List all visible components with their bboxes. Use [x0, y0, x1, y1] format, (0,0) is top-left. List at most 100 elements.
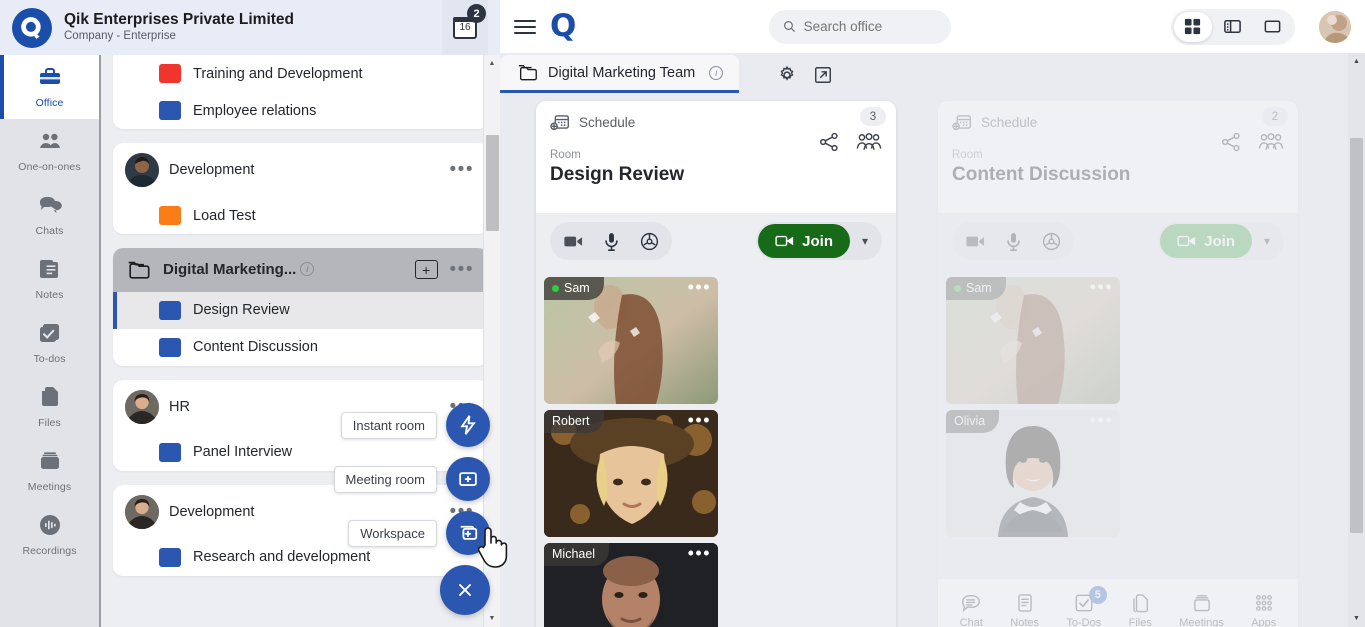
participant-tile[interactable]: Michael ••• [544, 543, 718, 627]
lightning-icon [457, 414, 479, 436]
gear-icon[interactable] [777, 65, 797, 85]
open-external-icon[interactable] [813, 65, 833, 85]
participant-name: Sam [564, 281, 590, 295]
room-list-item[interactable]: Employee relations [113, 92, 488, 129]
nav-item-notes[interactable]: Notes [0, 247, 99, 311]
participant-menu-button[interactable]: ••• [688, 413, 711, 427]
room-label: Employee relations [193, 103, 316, 119]
participant-menu-button[interactable]: ••• [688, 280, 711, 294]
info-icon[interactable]: i [300, 262, 314, 276]
participant-tile[interactable]: Sam ••• [544, 277, 718, 404]
media-settings-button[interactable] [632, 224, 666, 258]
scroll-thumb[interactable] [486, 135, 499, 231]
mouse-cursor-pointer [474, 525, 508, 569]
close-icon [454, 579, 476, 601]
join-button[interactable]: Join [758, 224, 850, 258]
media-settings-button[interactable] [1034, 224, 1068, 258]
group-header[interactable]: Development••• [113, 143, 488, 197]
group-avatar [125, 495, 159, 529]
group-header[interactable]: Digital Marketing...i+••• [113, 248, 488, 292]
view-mode-toggle [1171, 9, 1295, 45]
todos-icon: 5 [1073, 592, 1095, 614]
split-view-icon[interactable] [1214, 12, 1252, 42]
main-panel-scrollbar[interactable]: ▲ ▼ [1348, 53, 1365, 627]
room-list-item[interactable]: Load Test [113, 197, 488, 234]
app-root: Qik Enterprises Private Limited Company … [0, 0, 1365, 627]
participants-button[interactable]: 3 [856, 131, 882, 153]
chevron-down-icon[interactable]: ▾ [1252, 234, 1282, 248]
camera-toggle-button[interactable] [958, 224, 992, 258]
user-avatar[interactable] [1319, 11, 1351, 43]
share-icon[interactable] [1218, 131, 1244, 153]
grid-view-icon[interactable] [1174, 12, 1212, 42]
group-menu-button[interactable]: ••• [448, 166, 476, 174]
participant-tile[interactable]: Sam••• [946, 277, 1120, 404]
people-icon [38, 129, 62, 158]
participants-button[interactable]: 2 [1258, 131, 1284, 153]
org-name: Qik Enterprises Private Limited [64, 11, 442, 29]
room-title: Design Review [550, 164, 882, 186]
room-label: Training and Development [193, 66, 363, 82]
single-view-icon[interactable] [1254, 12, 1292, 42]
nav-item-files[interactable]: Files [0, 375, 99, 439]
scroll-thumb-main[interactable] [1350, 138, 1363, 533]
room-tab-meetings[interactable]: Meetings [1179, 592, 1224, 627]
lightning-fab-button[interactable] [446, 403, 490, 447]
schedule-button[interactable]: Schedule [550, 113, 882, 132]
org-subtitle: Company - Enterprise [64, 29, 442, 44]
scroll-up-arrow-main[interactable]: ▲ [1348, 53, 1365, 70]
participant-tiles: Sam•••Robert•••Michael••• [536, 269, 896, 627]
room-card-header: Schedule3RoomDesign Review [536, 101, 896, 213]
join-camera-icon [1177, 234, 1196, 248]
microphone-toggle-button[interactable] [594, 224, 628, 258]
group-menu-button[interactable]: ••• [448, 266, 476, 274]
room-tab-notes[interactable]: Notes [1010, 592, 1039, 627]
nav-item-one-on-ones[interactable]: One-on-ones [0, 119, 99, 183]
plus-box-icon [457, 468, 479, 490]
nav-item-meetings[interactable]: Meetings [0, 439, 99, 503]
search-box[interactable] [769, 10, 951, 44]
schedule-button[interactable]: Schedule [952, 113, 1284, 132]
room-color-swatch [159, 101, 181, 120]
close-speed-dial-button[interactable] [440, 565, 490, 615]
nav-item-recordings[interactable]: Recordings [0, 503, 99, 567]
chevron-down-icon[interactable]: ▾ [850, 234, 880, 248]
room-list-item[interactable]: Training and Development [113, 55, 488, 92]
participant-menu-button[interactable]: ••• [1090, 413, 1113, 427]
participant-tile[interactable]: Olivia ••• [946, 410, 1120, 537]
participant-menu-button[interactable]: ••• [688, 546, 711, 560]
nav-item-to-dos[interactable]: To-dos [0, 311, 99, 375]
room-list-item[interactable]: Content Discussion [113, 329, 488, 366]
room-color-swatch [159, 64, 181, 83]
menu-icon[interactable] [514, 20, 536, 34]
room-tab-to-dos[interactable]: 5To-Dos [1066, 592, 1101, 627]
calendar-button[interactable]: 16 2 [442, 0, 488, 55]
participant-tile[interactable]: Robert••• [544, 410, 718, 537]
room-tab-chat[interactable]: Chat [960, 592, 983, 627]
nav-item-chats[interactable]: Chats [0, 183, 99, 247]
add-room-button[interactable]: + [415, 260, 438, 279]
join-camera-icon [775, 234, 794, 248]
room-controls-bar: Join▾ [536, 213, 896, 269]
room-tab-apps[interactable]: Apps [1251, 592, 1276, 627]
room-tab-files[interactable]: Files [1129, 592, 1152, 627]
search-input[interactable] [804, 19, 937, 34]
participant-menu-button[interactable]: ••• [1090, 280, 1113, 294]
tab-digital-marketing-team[interactable]: Digital Marketing Team i [500, 55, 739, 93]
join-button[interactable]: Join [1160, 224, 1252, 258]
scroll-down-arrow-main[interactable]: ▼ [1348, 610, 1365, 627]
share-icon[interactable] [816, 131, 842, 153]
participant-name: Olivia [954, 414, 985, 428]
plus-box-fab-button[interactable] [446, 457, 490, 501]
camera-toggle-button[interactable] [556, 224, 590, 258]
participant-name-chip: Michael [544, 543, 609, 566]
scroll-up-arrow[interactable]: ▲ [484, 55, 500, 72]
nav-item-label: To-dos [33, 353, 65, 365]
microphone-toggle-button[interactable] [996, 224, 1030, 258]
room-list-item[interactable]: Design Review [113, 292, 488, 329]
workspace-group-card: Development•••Load Test [113, 143, 488, 234]
nav-item-office[interactable]: Office [0, 55, 99, 119]
info-icon[interactable]: i [709, 66, 723, 80]
room-header-actions: 3 [816, 131, 882, 153]
folder-stack-icon [516, 63, 538, 82]
